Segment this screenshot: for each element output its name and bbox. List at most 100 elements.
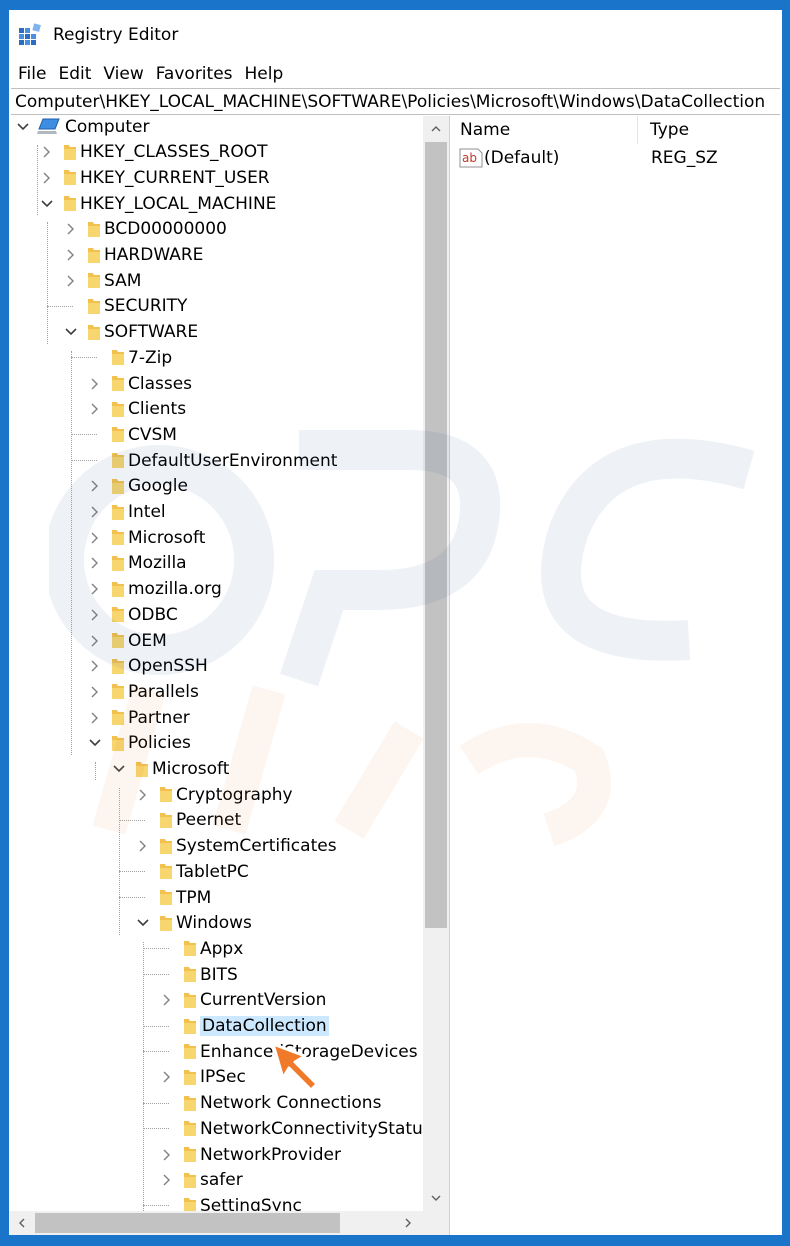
tree-item[interactable]: SOFTWARE	[9, 320, 423, 345]
menu-view[interactable]: View	[97, 64, 149, 84]
chevron-right-icon[interactable]	[87, 371, 103, 396]
chevron-right-icon[interactable]	[159, 1065, 175, 1090]
tree-item[interactable]: SAM	[9, 268, 423, 293]
tree-item-label: HKEY_LOCAL_MACHINE	[80, 193, 277, 214]
tree-item-label: Classes	[128, 373, 193, 394]
tree-item[interactable]: Computer	[9, 116, 423, 139]
tree-item-label: IPSec	[200, 1067, 246, 1088]
chevron-right-icon[interactable]	[159, 988, 175, 1013]
tree-item[interactable]: HKEY_CLASSES_ROOT	[9, 140, 423, 165]
tree-item[interactable]: Microsoft	[9, 757, 423, 782]
chevron-right-icon[interactable]	[87, 500, 103, 525]
address-bar[interactable]: Computer\HKEY_LOCAL_MACHINE\SOFTWARE\Pol…	[11, 88, 780, 115]
chevron-down-icon[interactable]	[87, 731, 103, 756]
scroll-up-icon[interactable]	[423, 116, 449, 142]
tree-item[interactable]: Intel	[9, 500, 423, 525]
chevron-right-icon[interactable]	[63, 243, 79, 268]
vertical-scroll-thumb[interactable]	[425, 142, 447, 928]
tree-item[interactable]: Google	[9, 474, 423, 499]
tree-item[interactable]: TabletPC	[9, 859, 423, 884]
tree-item[interactable]: Peernet	[9, 808, 423, 833]
tree-item[interactable]: HARDWARE	[9, 243, 423, 268]
chevron-down-icon[interactable]	[63, 320, 79, 345]
tree-item[interactable]: OEM	[9, 628, 423, 653]
tree-item[interactable]: SystemCertificates	[9, 834, 423, 859]
tree-item[interactable]: Policies	[9, 731, 423, 756]
tree-item[interactable]: ODBC	[9, 602, 423, 627]
scroll-right-icon[interactable]	[395, 1210, 421, 1235]
chevron-right-icon[interactable]	[87, 602, 103, 627]
tree-item[interactable]: 7-Zip	[9, 345, 423, 370]
chevron-right-icon[interactable]	[87, 577, 103, 602]
tree-item[interactable]: HKEY_LOCAL_MACHINE	[9, 191, 423, 216]
folder-icon	[160, 812, 172, 828]
menu-file[interactable]: File	[12, 64, 52, 84]
chevron-right-icon[interactable]	[87, 397, 103, 422]
tree-item[interactable]: Parallels	[9, 679, 423, 704]
chevron-right-icon[interactable]	[39, 165, 55, 190]
tree-item-selected[interactable]: DataCollection	[9, 1014, 423, 1039]
chevron-right-icon[interactable]	[87, 474, 103, 499]
tree-item[interactable]: Microsoft	[9, 525, 423, 550]
column-header-name[interactable]: Name	[454, 116, 637, 144]
column-header-type[interactable]: Type	[638, 116, 782, 144]
scroll-down-icon[interactable]	[423, 1185, 449, 1211]
tree-item[interactable]: OpenSSH	[9, 654, 423, 679]
menu-help[interactable]: Help	[239, 64, 290, 84]
tree-item[interactable]: Mozilla	[9, 551, 423, 576]
tree-item[interactable]: SECURITY	[9, 294, 423, 319]
chevron-right-icon[interactable]	[87, 679, 103, 704]
menu-favorites[interactable]: Favorites	[150, 64, 239, 84]
menu-edit[interactable]: Edit	[52, 64, 97, 84]
tree-item[interactable]: HKEY_CURRENT_USER	[9, 165, 423, 190]
chevron-right-icon[interactable]	[159, 1142, 175, 1167]
tree-item[interactable]: SettingSync	[9, 1193, 423, 1211]
tree-item-label: CVSM	[128, 424, 177, 445]
tree-item[interactable]: TPM	[9, 885, 423, 910]
folder-icon	[64, 144, 76, 160]
tree-item[interactable]: DefaultUserEnvironment	[9, 448, 423, 473]
tree-item[interactable]: Partner	[9, 705, 423, 730]
chevron-right-icon[interactable]	[87, 628, 103, 653]
tree-guide-tick	[143, 1102, 169, 1104]
tree-item[interactable]: CVSM	[9, 422, 423, 447]
chevron-down-icon[interactable]	[15, 116, 31, 139]
tree-item[interactable]: NetworkProvider	[9, 1142, 423, 1167]
chevron-down-icon[interactable]	[135, 911, 151, 936]
values-list-pane: Name Type ab (Default) REG_SZ	[454, 116, 782, 1235]
horizontal-scroll-thumb[interactable]	[35, 1213, 340, 1233]
chevron-right-icon[interactable]	[87, 525, 103, 550]
registry-editor-icon	[19, 23, 41, 45]
scroll-left-icon[interactable]	[9, 1210, 35, 1235]
tree-item[interactable]: Network Connections	[9, 1091, 423, 1116]
tree-horizontal-scrollbar[interactable]	[9, 1211, 449, 1235]
tree-item[interactable]: Clients	[9, 397, 423, 422]
tree-item[interactable]: EnhancedStorageDevices	[9, 1039, 423, 1064]
tree-item[interactable]: Windows	[9, 911, 423, 936]
chevron-right-icon[interactable]	[159, 1168, 175, 1193]
tree-item[interactable]: IPSec	[9, 1065, 423, 1090]
tree-item[interactable]: BITS	[9, 962, 423, 987]
tree-item[interactable]: Appx	[9, 936, 423, 961]
chevron-right-icon[interactable]	[63, 268, 79, 293]
chevron-right-icon[interactable]	[135, 834, 151, 859]
chevron-right-icon[interactable]	[87, 654, 103, 679]
chevron-right-icon[interactable]	[135, 782, 151, 807]
tree-vertical-scrollbar[interactable]	[423, 116, 449, 1211]
value-row-default[interactable]: ab (Default) REG_SZ	[458, 145, 778, 171]
chevron-right-icon[interactable]	[87, 551, 103, 576]
tree-item[interactable]: BCD00000000	[9, 217, 423, 242]
tree-item[interactable]: NetworkConnectivityStatusIndicator	[9, 1116, 423, 1141]
chevron-down-icon[interactable]	[39, 191, 55, 216]
title-bar[interactable]: Registry Editor	[9, 10, 782, 60]
chevron-right-icon[interactable]	[87, 705, 103, 730]
tree-item[interactable]: mozilla.org	[9, 577, 423, 602]
chevron-right-icon[interactable]	[39, 140, 55, 165]
tree-item[interactable]: Classes	[9, 371, 423, 396]
tree-item-label: Policies	[128, 733, 191, 754]
chevron-down-icon[interactable]	[111, 757, 127, 782]
tree-item[interactable]: Cryptography	[9, 782, 423, 807]
tree-item[interactable]: safer	[9, 1168, 423, 1193]
tree-item[interactable]: CurrentVersion	[9, 988, 423, 1013]
chevron-right-icon[interactable]	[63, 217, 79, 242]
